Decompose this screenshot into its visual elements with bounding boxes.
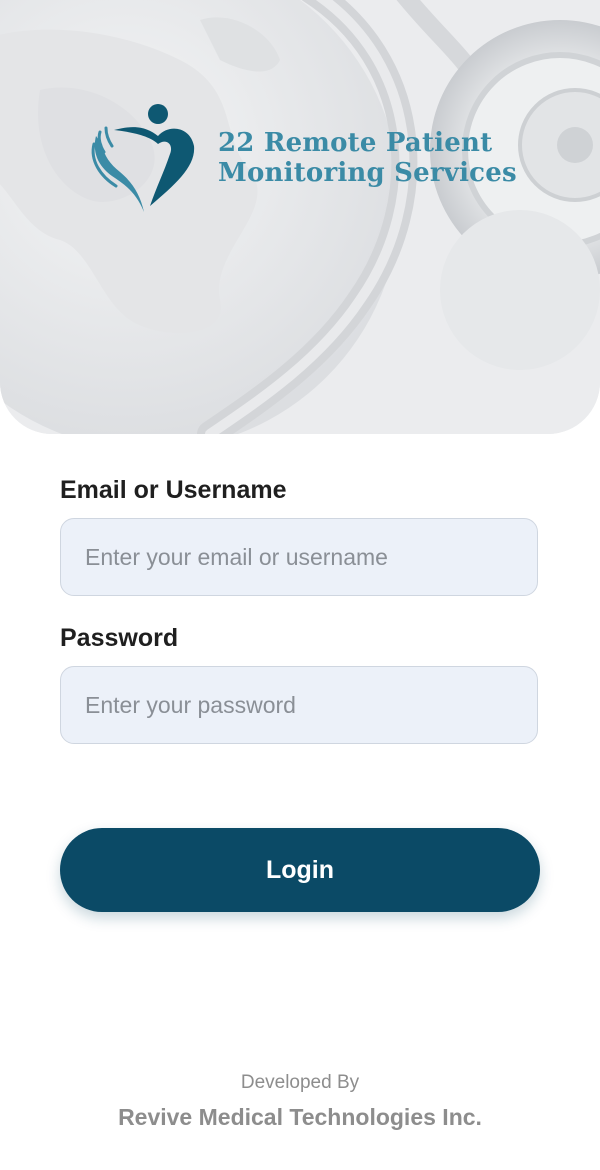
header-banner: 22 Remote Patient Monitoring Services [0,0,600,434]
heart-hands-logo-icon [91,104,195,212]
email-label: Email or Username [60,476,287,504]
brand-name: 22 Remote Patient Monitoring Services [218,128,517,188]
password-label: Password [60,624,179,652]
login-form: Email or Username Password [60,472,540,744]
footer: Developed By Revive Medical Technologies… [0,1068,600,1132]
login-screen: 22 Remote Patient Monitoring Services Em… [0,0,600,1170]
developed-by-label: Developed By [240,1072,360,1093]
password-input[interactable] [60,666,538,744]
login-button[interactable]: Login [60,828,540,912]
brand-name-line1: 22 Remote Patient [218,128,493,158]
email-input[interactable] [60,518,538,596]
company-name: Revive Medical Technologies Inc. [118,1104,482,1130]
brand-logo: 22 Remote Patient Monitoring Services [86,102,517,218]
brand-name-line2: Monitoring Services [218,158,517,188]
